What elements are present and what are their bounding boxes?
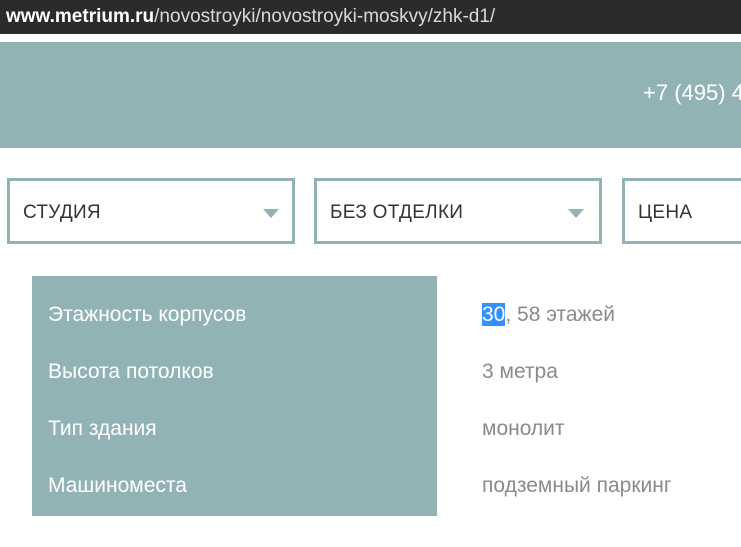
header-phone-link[interactable]: +7 (495) 4 <box>643 80 741 106</box>
spec-label-floors: Этажность корпусов <box>48 303 247 326</box>
spec-value-floors-rest: , 58 этажей <box>505 303 615 326</box>
spec-value-parking: подземный паркинг <box>482 474 672 497</box>
price-select[interactable]: ЦЕНА <box>622 178 741 244</box>
spec-value-floors[interactable]: 30, 58 этажей <box>482 303 615 327</box>
url-path: /novostroyki/novostroyki-moskvy/zhk-d1/ <box>154 6 496 27</box>
price-select-value: ЦЕНА <box>638 202 693 223</box>
chevron-down-icon <box>568 209 584 218</box>
address-bar[interactable]: www.metrium.ru/novostroyki/novostroyki-m… <box>0 0 741 34</box>
spec-value-ceiling-height: 3 метра <box>482 360 558 383</box>
selected-text[interactable]: 30 <box>482 303 506 326</box>
room-type-select-value: СТУДИЯ <box>23 202 101 223</box>
spec-value-building-type: монолит <box>482 417 565 440</box>
room-type-select[interactable]: СТУДИЯ <box>7 178 295 244</box>
site-header: +7 (495) 4 <box>0 42 741 148</box>
spec-label-parking: Машиноместа <box>48 474 187 497</box>
finishing-select-value: БЕЗ ОТДЕЛКИ <box>330 202 464 223</box>
address-bar-gap <box>0 34 741 42</box>
chevron-down-icon <box>263 209 279 218</box>
url-domain: www.metrium.ru <box>6 6 155 27</box>
spec-label-ceiling-height: Высота потолков <box>48 360 214 383</box>
finishing-select[interactable]: БЕЗ ОТДЕЛКИ <box>314 178 602 244</box>
spec-label-building-type: Тип здания <box>48 417 157 440</box>
specs-label-panel: Этажность корпусов Высота потолков Тип з… <box>32 276 437 516</box>
